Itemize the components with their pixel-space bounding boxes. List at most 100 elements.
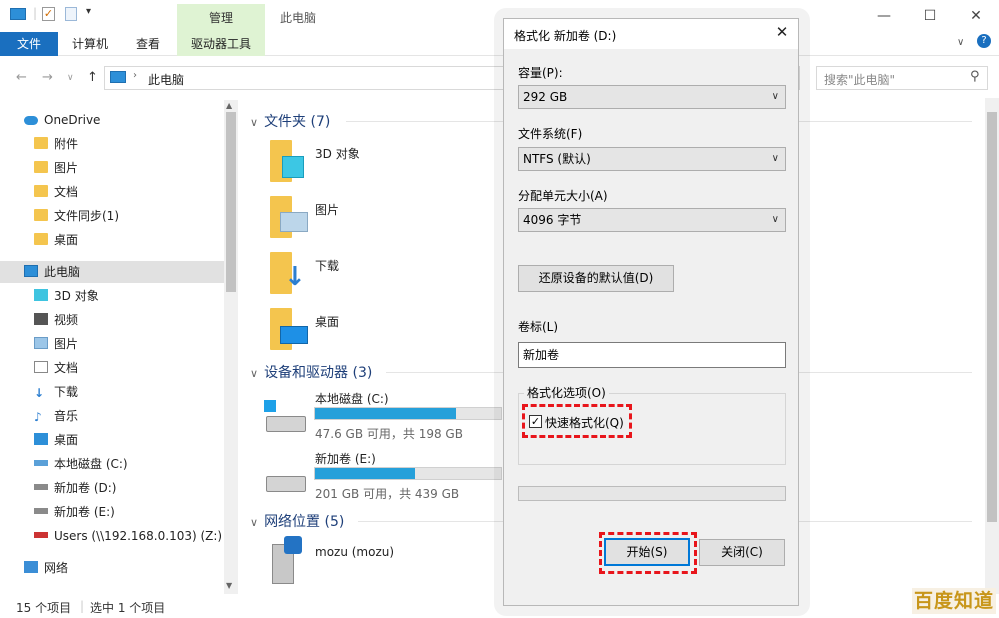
drive-name[interactable]: 新加卷 (E:) [315, 450, 376, 467]
nav-item-pictures-onedrive[interactable]: 图片 [34, 157, 78, 179]
up-arrow-icon[interactable]: ↑ [87, 70, 98, 85]
folder-pictures-icon[interactable] [270, 196, 310, 238]
forward-arrow-icon[interactable]: → [42, 70, 53, 85]
new-folder-icon[interactable] [65, 7, 77, 21]
group-header-devices[interactable]: ∨ 设备和驱动器 (3) [250, 362, 372, 382]
folder-icon [34, 185, 48, 197]
filesystem-select[interactable]: NTFS (默认) ∨ [518, 147, 786, 171]
format-options-label: 格式化选项(O) [524, 384, 609, 401]
drive-icon [34, 460, 48, 466]
volume-label-input[interactable]: 新加卷 [518, 342, 786, 368]
restore-defaults-button[interactable]: 还原设备的默认值(D) [518, 265, 674, 292]
capacity-select[interactable]: 292 GB ∨ [518, 85, 786, 109]
nav-item-drive-c[interactable]: 本地磁盘 (C:) [34, 453, 128, 475]
dialog-close-icon[interactable]: ✕ [772, 22, 792, 42]
search-placeholder: 搜索"此电脑" [824, 73, 896, 87]
drive-capacity-fill [315, 468, 416, 479]
folder-3d-objects-icon[interactable] [270, 140, 310, 182]
minimize-button[interactable]: — [874, 6, 894, 26]
computer-icon [24, 265, 38, 277]
nav-item-3d-objects[interactable]: 3D 对象 [34, 285, 99, 307]
nav-scrollbar-thumb[interactable] [226, 112, 236, 292]
nav-item-drive-d[interactable]: 新加卷 (D:) [34, 477, 116, 499]
separator: | [80, 599, 85, 613]
tab-computer[interactable]: 计算机 [72, 32, 108, 56]
content-scrollbar-thumb[interactable] [987, 112, 997, 522]
chevron-down-icon: ∨ [771, 153, 779, 164]
properties-icon[interactable]: ✓ [42, 7, 55, 21]
nav-item-downloads[interactable]: ↓ 下载 [34, 381, 78, 403]
recent-locations-icon[interactable]: ∨ [67, 73, 74, 83]
music-icon: ♪ [34, 410, 42, 424]
chevron-down-icon: ∨ [771, 91, 779, 102]
nav-item-onedrive[interactable]: OneDrive [24, 109, 100, 131]
drive-e-icon[interactable] [264, 470, 306, 506]
network-location-label[interactable]: mozu (mozu) [315, 545, 394, 559]
close-dialog-button[interactable]: 关闭(C) [699, 539, 785, 566]
nav-item-network[interactable]: 网络 [24, 557, 68, 579]
nav-item-attachments[interactable]: 附件 [34, 133, 78, 155]
group-header-folders[interactable]: ∨ 文件夹 (7) [250, 111, 330, 131]
filesystem-label: 文件系统(F) [518, 127, 583, 141]
folder-label[interactable]: 图片 [315, 201, 339, 218]
drive-c-icon[interactable] [264, 400, 306, 436]
status-item-count: 15 个项目 [16, 601, 72, 615]
nav-item-file-sync[interactable]: 文件同步(1) [34, 205, 119, 227]
search-icon[interactable]: ⚲ [970, 69, 980, 84]
maximize-button[interactable]: ☐ [920, 6, 940, 26]
tab-view[interactable]: 查看 [136, 32, 160, 56]
scroll-up-icon[interactable]: ▲ [226, 101, 232, 110]
breadcrumb-chevron-icon[interactable]: › [133, 70, 137, 81]
separator: | [33, 6, 38, 20]
group-header-network[interactable]: ∨ 网络位置 (5) [250, 511, 344, 531]
nav-item-this-pc[interactable]: 此电脑 [24, 261, 80, 283]
nav-item-music[interactable]: ♪ 音乐 [34, 405, 78, 427]
nav-item-drive-z[interactable]: Users (\\192.168.0.103) (Z:) [34, 525, 222, 547]
help-icon[interactable]: ? [977, 34, 991, 48]
dialog-title: 格式化 新加卷 (D:) [514, 29, 617, 43]
chevron-down-icon: ∨ [771, 214, 779, 225]
document-icon [34, 361, 48, 373]
drive-name[interactable]: 本地磁盘 (C:) [315, 390, 389, 407]
folder-label[interactable]: 下载 [315, 257, 339, 274]
back-arrow-icon[interactable]: ← [16, 70, 27, 85]
cube-icon [34, 289, 48, 301]
quick-access-dropdown-icon[interactable]: ▾ [86, 6, 91, 17]
tab-drive-tools[interactable]: 驱动器工具 [177, 32, 265, 56]
computer-icon [110, 71, 126, 83]
highlight-box [599, 532, 697, 574]
nav-item-pictures[interactable]: 图片 [34, 333, 78, 355]
drive-icon [34, 484, 48, 490]
manage-context-tab[interactable]: 管理 [177, 4, 265, 32]
drive-icon [34, 508, 48, 514]
chevron-down-icon: ∨ [250, 516, 259, 529]
nav-item-videos[interactable]: 视频 [34, 309, 78, 331]
network-icon [24, 561, 38, 573]
folder-icon [34, 233, 48, 245]
computer-icon [10, 8, 26, 20]
window-title: 此电脑 [280, 11, 317, 25]
nav-item-desktop[interactable]: 桌面 [34, 429, 78, 451]
video-icon [34, 313, 48, 325]
folder-icon [34, 137, 48, 149]
drive-free-space: 47.6 GB 可用，共 198 GB [315, 427, 463, 441]
tab-file[interactable]: 文件 [0, 32, 58, 56]
nav-item-desktop-onedrive[interactable]: 桌面 [34, 229, 78, 251]
network-location-icon[interactable] [268, 536, 308, 584]
folder-label[interactable]: 3D 对象 [315, 145, 360, 162]
folder-downloads-icon[interactable]: ↓ [270, 252, 310, 294]
desktop-icon [34, 433, 48, 445]
pictures-icon [34, 337, 48, 349]
close-button[interactable]: ✕ [966, 6, 986, 26]
folder-icon [34, 161, 48, 173]
scroll-down-icon[interactable]: ▼ [226, 581, 232, 590]
status-selected-count: 选中 1 个项目 [90, 601, 166, 615]
nav-item-documents-onedrive[interactable]: 文档 [34, 181, 78, 203]
address-path[interactable]: 此电脑 [148, 71, 184, 88]
nav-item-documents[interactable]: 文档 [34, 357, 78, 379]
allocation-unit-select[interactable]: 4096 字节 ∨ [518, 208, 786, 232]
ribbon-collapse-icon[interactable]: ∨ [957, 37, 964, 48]
nav-item-drive-e[interactable]: 新加卷 (E:) [34, 501, 115, 523]
folder-label[interactable]: 桌面 [315, 313, 339, 330]
folder-desktop-icon[interactable] [270, 308, 310, 350]
